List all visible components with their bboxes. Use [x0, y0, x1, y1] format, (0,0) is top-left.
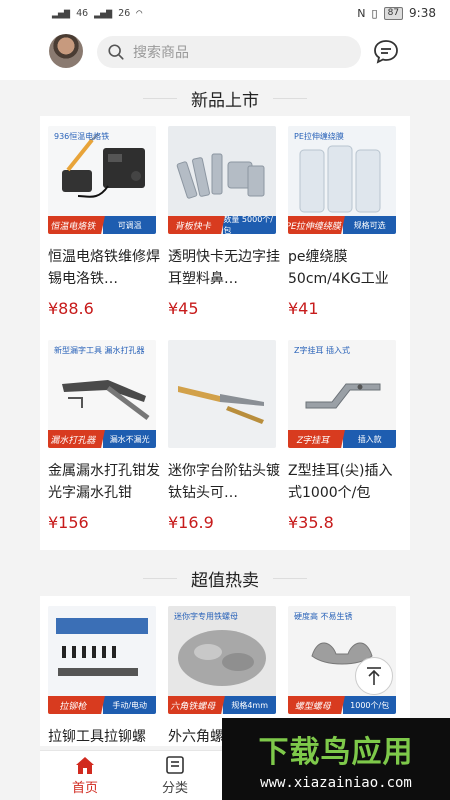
- product-price: ¥16.9: [168, 513, 214, 532]
- category-icon: [166, 756, 184, 774]
- product-image: 迷你字专用铁螺母 六角铁螺母 规格4mm: [168, 606, 276, 714]
- nav-item-home[interactable]: 首页: [40, 751, 130, 800]
- nav-label: 分类: [161, 781, 188, 796]
- image-band: PE拉伸缠绕膜 规格可选: [288, 216, 396, 234]
- product-card[interactable]: 拉铆枪 手动/电动 拉铆工具拉铆螺: [48, 602, 162, 746]
- band-left-label: 拉铆枪: [48, 696, 106, 714]
- product-image: 背板快卡 数量 5000个/包: [168, 126, 276, 234]
- watermark-title: 下载鸟应用: [258, 735, 414, 770]
- section-title-text: 新品上市: [191, 90, 259, 111]
- signal-label-1: 46: [76, 7, 89, 19]
- product-image: 拉铆枪 手动/电动: [48, 606, 156, 714]
- search-placeholder: 搜索商品: [133, 45, 189, 61]
- product-card[interactable]: 936恒温电烙铁 恒温电烙铁 可调温 恒温电烙铁维修焊锡电洛铁… ¥88.6: [48, 122, 162, 336]
- band-left-label: PE拉伸缠绕膜: [288, 216, 346, 234]
- search-icon: [108, 44, 124, 60]
- band-left-label: 漏水打孔器: [48, 430, 106, 448]
- product-image: Z字挂耳 插入式 Z字挂耳 插入款: [288, 340, 396, 448]
- avatar[interactable]: [49, 34, 83, 68]
- band-left-label: 六角铁螺母: [168, 696, 226, 714]
- status-bar: ▂▄▆ 46 ▂▄▆ 26 ◠ N ▯ 87 9:38: [0, 0, 450, 26]
- image-band: 漏水打孔器 漏水不漏光: [48, 430, 156, 448]
- image-band: 背板快卡 数量 5000个/包: [168, 215, 276, 234]
- home-icon: [76, 757, 94, 774]
- clock: 9:38: [409, 6, 436, 20]
- image-band: 拉铆枪 手动/电动: [48, 696, 156, 714]
- product-title: 拉铆工具拉铆螺: [48, 729, 146, 745]
- vibrate-icon: ▯: [371, 6, 378, 20]
- product-image: 936恒温电烙铁 恒温电烙铁 可调温: [48, 126, 156, 234]
- band-right-label: 插入款: [343, 430, 396, 448]
- signal-icon-2: ▂▄▆: [94, 7, 113, 19]
- product-title: pe缠绕膜50cm/4KG工业用…: [288, 249, 389, 287]
- product-price: ¥35.8: [288, 513, 334, 532]
- product-card[interactable]: 新型漏字工具 漏水打孔器 漏水打孔器 漏水不漏光 金属漏水打孔钳发光字漏水孔钳 …: [48, 336, 162, 550]
- product-image: 新型漏字工具 漏水打孔器 漏水打孔器 漏水不漏光: [48, 340, 156, 448]
- battery-indicator: 87: [383, 6, 404, 20]
- nfc-icon: N: [357, 6, 366, 20]
- image-top-label: 硬度高 不易生锈: [294, 612, 353, 621]
- product-title: 恒温电烙铁维修焊锡电洛铁…: [48, 249, 160, 287]
- product-card[interactable]: 迷你字台阶钻头镀钛钻头可… ¥16.9: [168, 336, 282, 550]
- watermark-logo: 下载鸟应用 www.xiazainiao.com: [222, 718, 450, 800]
- product-title: 透明快卡无边字挂耳塑料鼻…: [168, 249, 280, 287]
- message-icon[interactable]: [372, 38, 400, 66]
- product-image: PE拉伸缠绕膜 PE拉伸缠绕膜 规格可选: [288, 126, 396, 234]
- image-band: 螺型螺母 1000个/包: [288, 696, 396, 714]
- image-top-label: 936恒温电烙铁: [54, 132, 110, 141]
- band-right-label: 可调温: [103, 216, 156, 234]
- image-band: Z字挂耳 插入款: [288, 430, 396, 448]
- product-title: 迷你字台阶钻头镀钛钻头可…: [168, 463, 280, 501]
- search-bar[interactable]: 搜索商品: [97, 36, 361, 68]
- wifi-icon: ◠: [136, 7, 143, 19]
- band-left-label: 恒温电烙铁: [48, 216, 106, 234]
- image-top-label: 新型漏字工具 漏水打孔器: [54, 346, 145, 355]
- nav-item-category[interactable]: 分类: [130, 751, 220, 800]
- product-card[interactable]: Z字挂耳 插入式 Z字挂耳 插入款 Z型挂耳(尖)插入式1000个/包 ¥35.…: [288, 336, 402, 550]
- section-new-arrivals: 新品上市 936恒温电烙铁 恒温电烙铁 可调温 恒温电烙铁维修焊锡电洛铁… ¥8…: [40, 80, 410, 550]
- image-top-label: PE拉伸缠绕膜: [294, 132, 344, 141]
- band-right-label: 规格可选: [343, 216, 396, 234]
- product-price: ¥156: [48, 513, 89, 532]
- watermark-url: www.xiazainiao.com: [260, 775, 412, 791]
- signal-icon: ▂▄▆: [52, 7, 71, 19]
- product-grid: 936恒温电烙铁 恒温电烙铁 可调温 恒温电烙铁维修焊锡电洛铁… ¥88.6 背…: [40, 116, 410, 550]
- image-band: 恒温电烙铁 可调温: [48, 216, 156, 234]
- band-left-label: 背板快卡: [168, 216, 226, 234]
- nav-label: 首页: [71, 781, 98, 796]
- main-content[interactable]: 新品上市 936恒温电烙铁 恒温电烙铁 可调温 恒温电烙铁维修焊锡电洛铁… ¥8…: [40, 80, 410, 750]
- band-right-label: 手动/电动: [103, 696, 156, 714]
- product-title: 金属漏水打孔钳发光字漏水孔钳: [48, 463, 160, 501]
- arrow-up-icon: [367, 667, 381, 685]
- band-right-label: 数量 5000个/包: [223, 215, 276, 234]
- signal-indicators: ▂▄▆ 46 ▂▄▆ 26 ◠: [52, 8, 142, 19]
- section-title-text: 超值热卖: [191, 570, 259, 591]
- band-left-label: 螺型螺母: [288, 696, 346, 714]
- app-header: 搜索商品: [0, 26, 450, 80]
- product-price: ¥45: [168, 299, 199, 318]
- product-card[interactable]: 背板快卡 数量 5000个/包 透明快卡无边字挂耳塑料鼻… ¥45: [168, 122, 282, 336]
- back-to-top-button[interactable]: [355, 657, 393, 695]
- product-price: ¥41: [288, 299, 319, 318]
- image-band: 六角铁螺母 规格4mm: [168, 696, 276, 714]
- band-right-label: 漏水不漏光: [103, 430, 156, 448]
- image-top-label: 迷你字专用铁螺母: [174, 612, 238, 621]
- section-title: 超值热卖: [40, 560, 410, 596]
- band-right-label: 规格4mm: [223, 696, 276, 714]
- drill-bit-image: [168, 340, 276, 448]
- image-top-label: Z字挂耳 插入式: [294, 346, 351, 355]
- product-price: ¥88.6: [48, 299, 94, 318]
- product-card[interactable]: PE拉伸缠绕膜 PE拉伸缠绕膜 规格可选 pe缠绕膜50cm/4KG工业用… ¥…: [288, 122, 402, 336]
- band-right-label: 1000个/包: [343, 696, 396, 714]
- section-title: 新品上市: [40, 80, 410, 116]
- band-left-label: Z字挂耳: [288, 430, 346, 448]
- signal-label-2: 26: [118, 7, 131, 19]
- product-title: Z型挂耳(尖)插入式1000个/包: [288, 463, 393, 501]
- product-image: [168, 340, 276, 448]
